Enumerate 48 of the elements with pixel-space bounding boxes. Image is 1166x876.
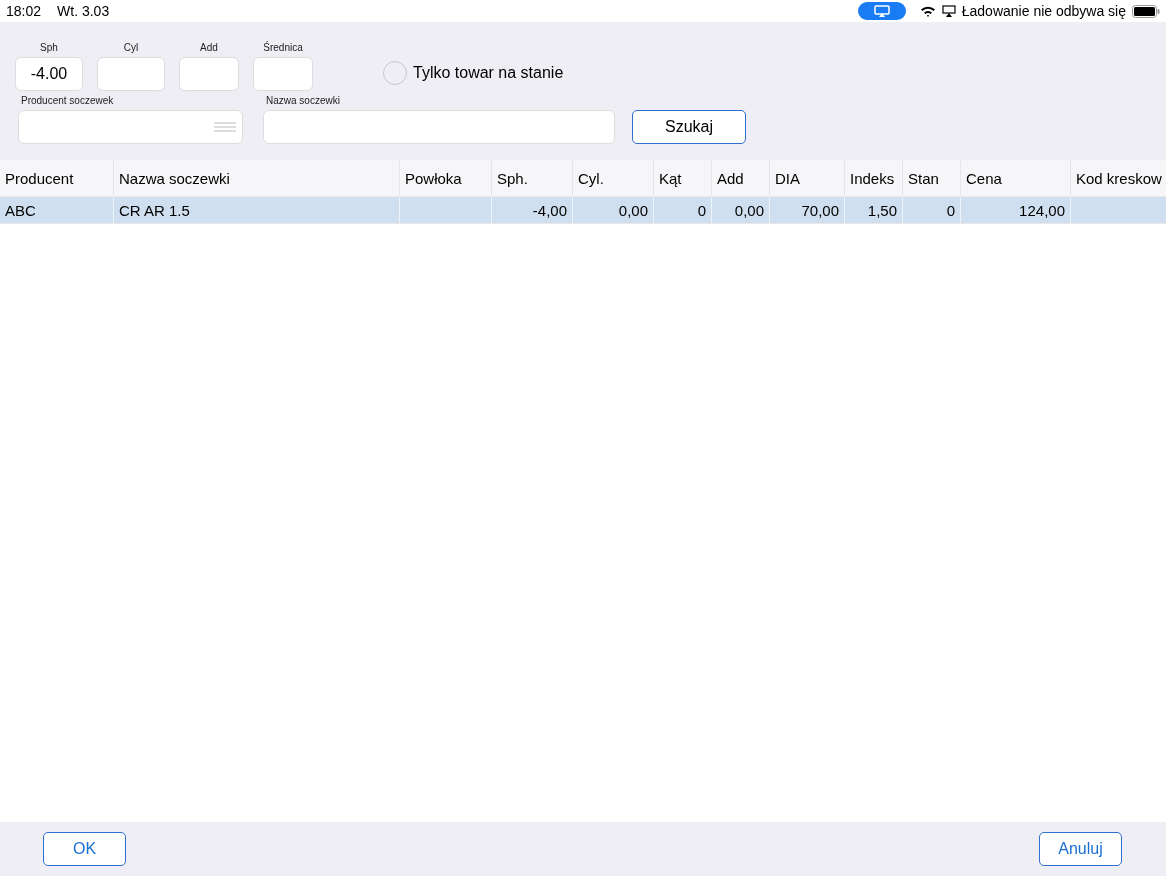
field-label: Nazwa soczewki	[266, 95, 340, 106]
clock: 18:02	[6, 3, 42, 19]
column-header[interactable]: Cyl.	[573, 160, 654, 196]
table-cell: 0	[697, 201, 706, 219]
table-row[interactable]: ABC CR AR 1.5 -4,00 0,00 0 0,00 70,00 1,50 0 124,00	[0, 197, 1166, 224]
column-header[interactable]: Sph.	[492, 160, 573, 196]
column-header[interactable]: DIA	[770, 160, 845, 196]
cancel-button[interactable]: Anuluj	[1039, 832, 1122, 866]
table-cell: 0	[946, 201, 955, 219]
field-label: Średnica	[263, 42, 303, 53]
column-header[interactable]: Powłoka	[400, 160, 492, 196]
table-cell: 70,00	[801, 201, 839, 219]
table-cell: -4,00	[532, 201, 567, 219]
column-header[interactable]: Kod kreskow	[1071, 160, 1166, 196]
field-label: Producent soczewek	[21, 95, 114, 106]
column-header[interactable]: Add	[712, 160, 770, 196]
input-field[interactable]	[253, 57, 313, 91]
battery-icon	[1132, 4, 1160, 18]
radio-label: Tylko towar na stanie	[413, 64, 564, 82]
wifi-icon	[919, 5, 936, 17]
table-cell: CR AR 1.5	[119, 201, 190, 219]
table-cell: ABC	[5, 201, 36, 219]
search-button[interactable]: Szukaj	[632, 110, 746, 144]
table-cell: 0,00	[734, 201, 764, 219]
radio-button[interactable]	[383, 61, 407, 85]
input-field[interactable]: -4.00	[15, 57, 83, 91]
column-header[interactable]: Cena	[961, 160, 1071, 196]
screen-mirroring-icon[interactable]	[857, 2, 906, 20]
list-icon	[214, 122, 236, 132]
field-label: Cyl	[123, 42, 139, 53]
input-field[interactable]	[263, 110, 615, 144]
date: Wt. 3.03	[57, 3, 110, 19]
column-header[interactable]: Stan	[903, 160, 961, 196]
column-header[interactable]: Nazwa soczewki	[114, 160, 400, 196]
field-label: Sph	[40, 42, 58, 53]
column-header[interactable]: Kąt	[654, 160, 712, 196]
input-field[interactable]	[179, 57, 239, 91]
ok-button[interactable]: OK	[43, 832, 126, 866]
column-header[interactable]: Indeks	[845, 160, 903, 196]
input-field[interactable]	[97, 57, 165, 91]
battery-status-text: Ładowanie nie odbywa się	[961, 3, 1126, 19]
table-cell: 0,00	[618, 201, 648, 219]
column-header[interactable]: Producent	[0, 160, 114, 196]
airplay-icon	[941, 5, 956, 17]
table-cell: 1,50	[867, 201, 897, 219]
table-cell: 124,00	[1019, 201, 1065, 219]
dropdown-field[interactable]	[18, 110, 243, 144]
field-label: Add	[200, 42, 218, 53]
